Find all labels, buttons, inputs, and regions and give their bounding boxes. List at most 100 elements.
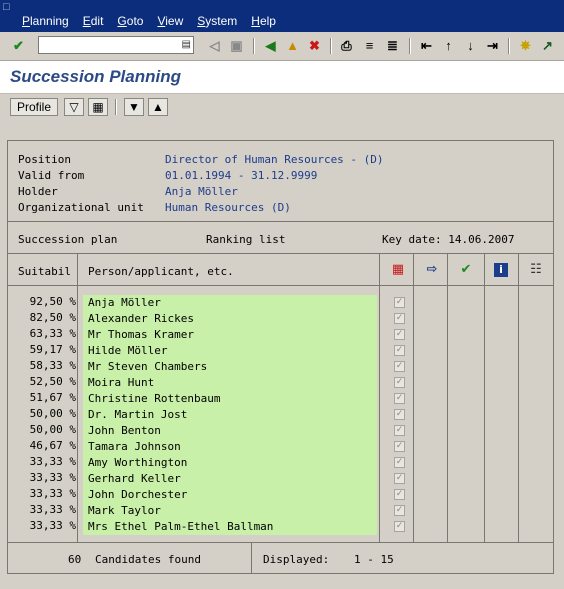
command-field[interactable]: ▤ xyxy=(38,36,194,54)
layout-button[interactable]: ▦ xyxy=(88,98,108,116)
candidate-name[interactable]: Dr. Martin Jost xyxy=(83,407,377,423)
selection-checkbox[interactable]: ✓ xyxy=(394,441,405,452)
system-menu-icon[interactable]: □ xyxy=(3,1,17,13)
selection-checkbox[interactable]: ✓ xyxy=(394,521,405,532)
candidate-name[interactable]: Gerhard Keller xyxy=(83,471,377,487)
selection-checkbox[interactable]: ✓ xyxy=(394,505,405,516)
collapse-icon[interactable]: ◁ xyxy=(206,37,223,54)
candidate-name[interactable]: Anja Möller xyxy=(83,295,377,311)
table-row[interactable]: 46,67 % Tamara Johnson ✓ xyxy=(8,439,553,455)
selection-checkbox[interactable]: ✓ xyxy=(394,297,405,308)
table-row[interactable]: 52,50 % Moira Hunt ✓ xyxy=(8,375,553,391)
check-icon[interactable]: ✔ xyxy=(458,262,474,278)
table-row[interactable]: 63,33 % Mr Thomas Kramer ✓ xyxy=(8,327,553,343)
table-row[interactable]: 50,00 % Dr. Martin Jost ✓ xyxy=(8,407,553,423)
candidate-name[interactable]: Mr Steven Chambers xyxy=(83,359,377,375)
separator xyxy=(115,99,117,115)
candidate-count: 60 xyxy=(68,553,82,566)
profile-button[interactable]: Profile xyxy=(10,98,58,116)
next-page-icon[interactable]: ↓ xyxy=(462,37,479,54)
menu-help[interactable]: Help xyxy=(251,13,276,29)
separator xyxy=(508,38,510,54)
succession-plan-label: Succession plan xyxy=(18,233,118,246)
candidates-found-label: Candidates found xyxy=(95,553,201,566)
menu-system[interactable]: System xyxy=(197,13,237,29)
candidate-name[interactable]: Amy Worthington xyxy=(83,455,377,471)
enter-icon[interactable]: ✔ xyxy=(10,37,27,54)
save-icon[interactable]: ▣ xyxy=(228,37,245,54)
displayed-range: 1 - 15 xyxy=(354,553,394,566)
hierarchy-icon[interactable]: ☷ xyxy=(528,262,544,278)
table-row[interactable]: 58,33 % Mr Steven Chambers ✓ xyxy=(8,359,553,375)
menu-planning[interactable]: Planning xyxy=(22,13,69,29)
key-date: Key date: 14.06.2007 xyxy=(382,233,515,246)
table-row[interactable]: 51,67 % Christine Rottenbaum ✓ xyxy=(8,391,553,407)
cancel-icon[interactable]: ✖ xyxy=(306,37,323,54)
candidate-name[interactable]: Mark Taylor xyxy=(83,503,377,519)
candidate-name[interactable]: Moira Hunt xyxy=(83,375,377,391)
table-row[interactable]: 33,33 % Gerhard Keller ✓ xyxy=(8,471,553,487)
candidate-name[interactable]: John Benton xyxy=(83,423,377,439)
new-session-icon[interactable]: ✵ xyxy=(517,37,534,54)
shortcut-icon[interactable]: ↗ xyxy=(539,37,556,54)
arrow-down-icon: ▼ xyxy=(128,100,140,114)
selection-checkbox[interactable]: ✓ xyxy=(394,377,405,388)
position-label: Position xyxy=(18,153,71,166)
print-icon[interactable]: ⎙ xyxy=(338,37,355,54)
selection-checkbox[interactable]: ✓ xyxy=(394,393,405,404)
suitability-score: 58,33 % xyxy=(29,359,76,372)
first-page-icon[interactable]: ⇤ xyxy=(418,37,435,54)
divider xyxy=(8,285,553,286)
prev-page-icon[interactable]: ↑ xyxy=(440,37,457,54)
candidate-name[interactable]: Alexander Rickes xyxy=(83,311,377,327)
candidate-name[interactable]: Mr Thomas Kramer xyxy=(83,327,377,343)
menu-edit[interactable]: Edit xyxy=(83,13,104,29)
find-next-icon[interactable]: ≣ xyxy=(384,37,401,54)
menu-goto[interactable]: Goto xyxy=(117,13,143,29)
selection-checkbox[interactable]: ✓ xyxy=(394,313,405,324)
selection-checkbox[interactable]: ✓ xyxy=(394,345,405,356)
table-row[interactable]: 33,33 % Mark Taylor ✓ xyxy=(8,503,553,519)
candidate-name[interactable]: Hilde Möller xyxy=(83,343,377,359)
col-person-header[interactable]: Person/applicant, etc. xyxy=(88,265,234,278)
command-input[interactable] xyxy=(41,38,176,52)
exit-icon[interactable]: ▲ xyxy=(284,37,301,54)
candidate-name[interactable]: Christine Rottenbaum xyxy=(83,391,377,407)
candidate-name[interactable]: John Dorchester xyxy=(83,487,377,503)
table-row[interactable]: 92,50 % Anja Möller ✓ xyxy=(8,295,553,311)
table-row[interactable]: 50,00 % John Benton ✓ xyxy=(8,423,553,439)
displayed-label: Displayed: xyxy=(263,553,330,566)
table-row[interactable]: 82,50 % Alexander Rickes ✓ xyxy=(8,311,553,327)
find-icon[interactable]: ≡ xyxy=(361,37,378,54)
back-icon[interactable]: ◀ xyxy=(262,37,279,54)
filter-icon: ▽ xyxy=(69,100,79,114)
table-row[interactable]: 33,33 % John Dorchester ✓ xyxy=(8,487,553,503)
col-suitability-header[interactable]: Suitabil xyxy=(18,265,71,278)
matrix-icon[interactable]: ▦ xyxy=(390,262,406,278)
application-toolbar: Profile ▽ ▦ ▼ ▲ xyxy=(0,94,564,124)
candidate-name[interactable]: Mrs Ethel Palm-Ethel Ballman xyxy=(83,519,377,535)
selection-checkbox[interactable]: ✓ xyxy=(394,473,405,484)
table-row[interactable]: 59,17 % Hilde Möller ✓ xyxy=(8,343,553,359)
candidate-name[interactable]: Tamara Johnson xyxy=(83,439,377,455)
sort-down-button[interactable]: ▼ xyxy=(124,98,144,116)
suitability-score: 50,00 % xyxy=(29,407,76,420)
table-row[interactable]: 33,33 % Mrs Ethel Palm-Ethel Ballman ✓ xyxy=(8,519,553,535)
suitability-score: 50,00 % xyxy=(29,423,76,436)
sort-up-button[interactable]: ▲ xyxy=(148,98,168,116)
table-row[interactable]: 33,33 % Amy Worthington ✓ xyxy=(8,455,553,471)
selection-checkbox[interactable]: ✓ xyxy=(394,361,405,372)
selection-checkbox[interactable]: ✓ xyxy=(394,457,405,468)
selection-checkbox[interactable]: ✓ xyxy=(394,329,405,340)
menu-view[interactable]: View xyxy=(157,13,183,29)
history-dropdown-icon[interactable]: ▤ xyxy=(182,39,191,51)
last-page-icon[interactable]: ⇥ xyxy=(484,37,501,54)
suitability-score: 33,33 % xyxy=(29,519,76,532)
filter-button[interactable]: ▽ xyxy=(64,98,84,116)
selection-checkbox[interactable]: ✓ xyxy=(394,425,405,436)
selection-checkbox[interactable]: ✓ xyxy=(394,489,405,500)
info-icon[interactable]: i xyxy=(494,263,508,277)
suitability-score: 33,33 % xyxy=(29,487,76,500)
assign-icon[interactable]: ⇨ xyxy=(424,262,440,278)
selection-checkbox[interactable]: ✓ xyxy=(394,409,405,420)
